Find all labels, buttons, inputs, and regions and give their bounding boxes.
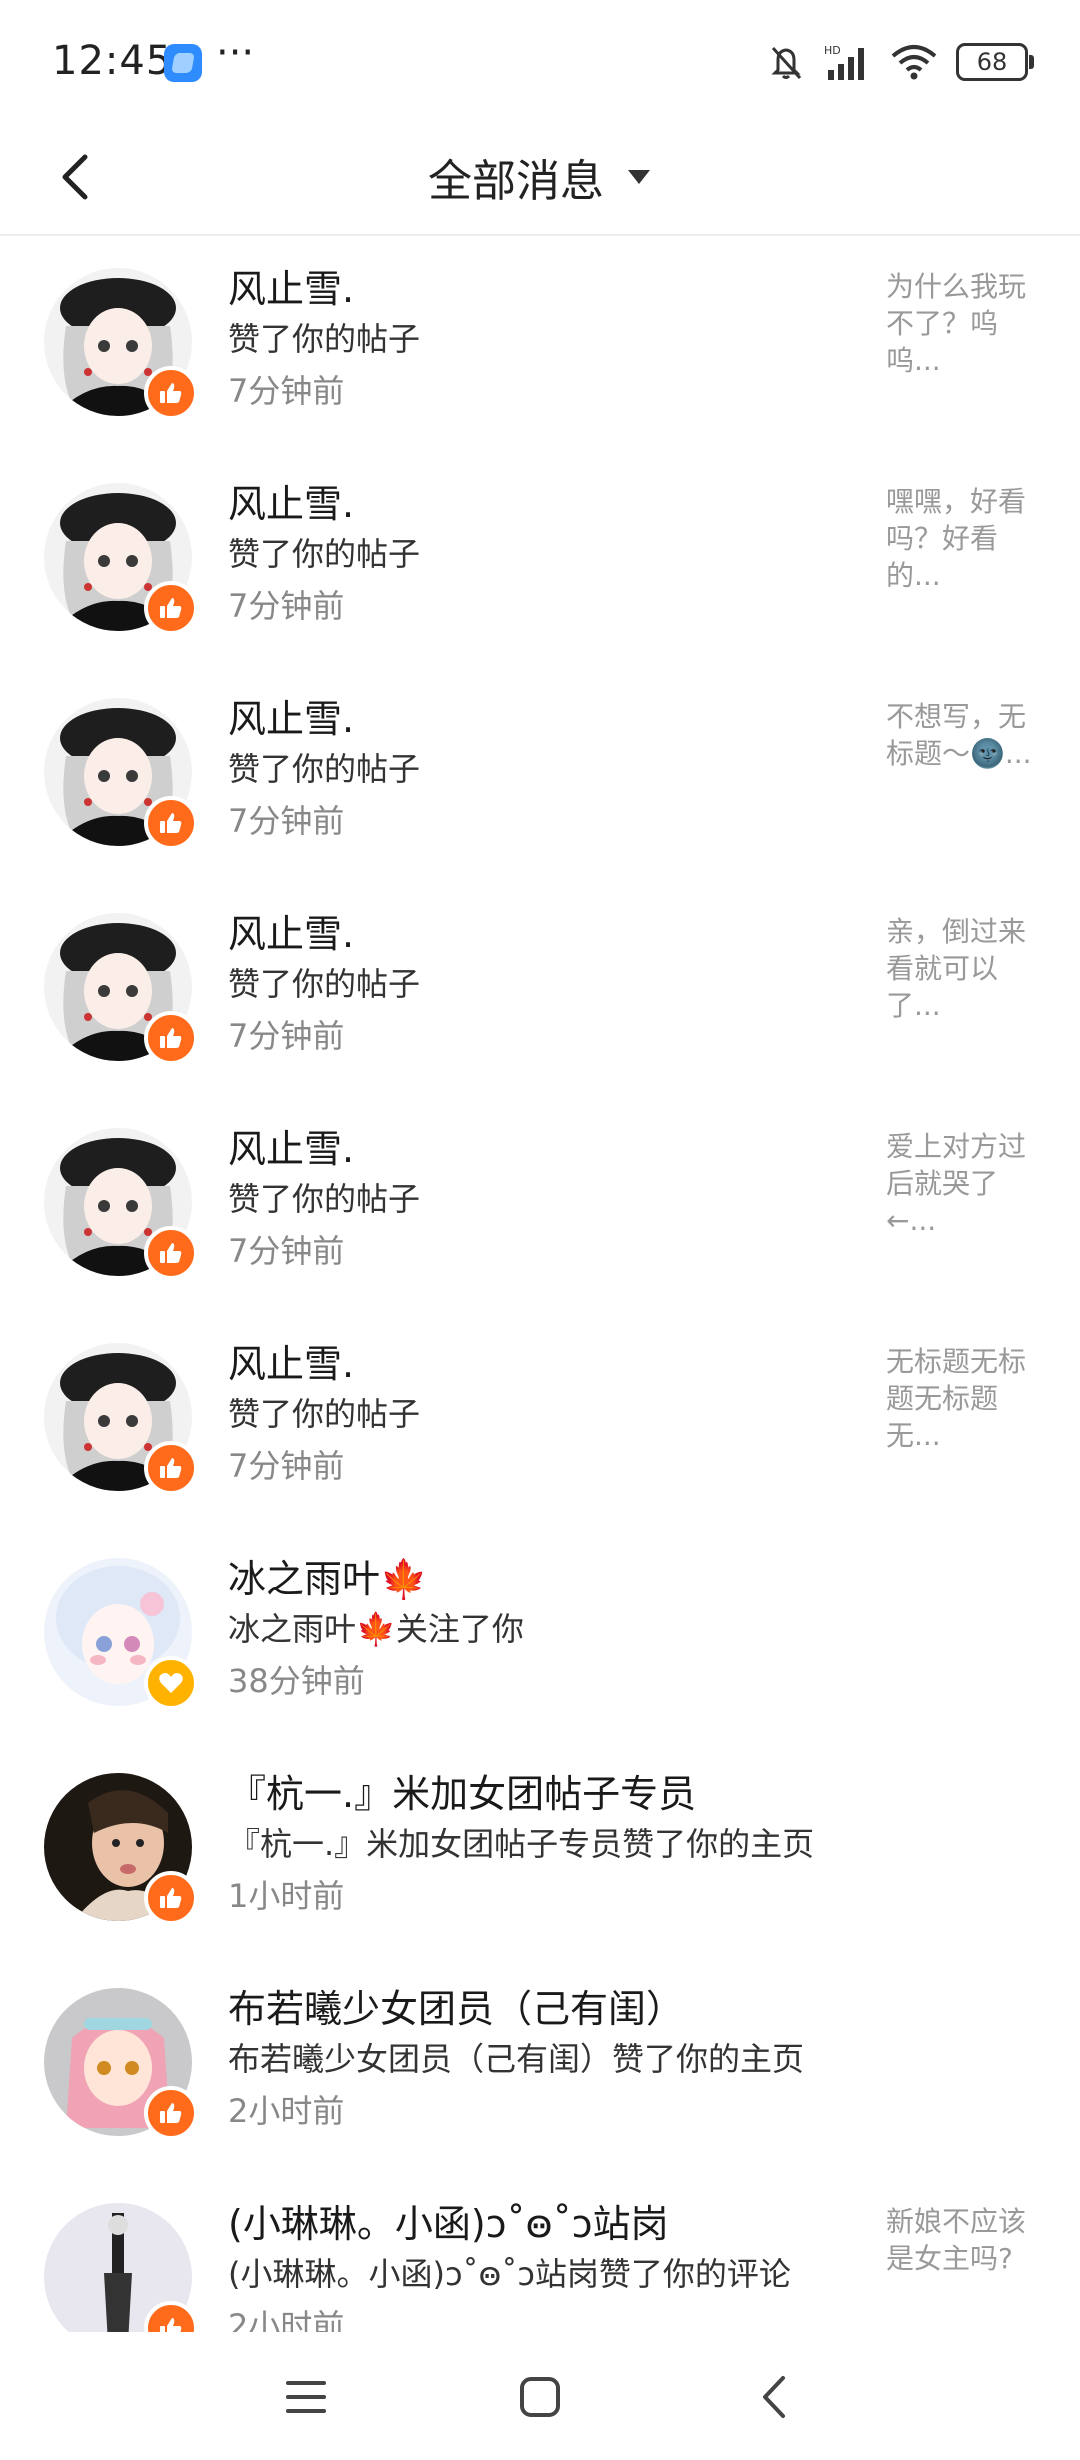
message-action: 赞了你的帖子 <box>228 1180 421 1218</box>
caret-down-icon <box>628 170 650 184</box>
nav-back-button[interactable] <box>734 2362 814 2432</box>
message-time: 7分钟前 <box>228 1447 345 1485</box>
message-action: 冰之雨叶🍁关注了你 <box>228 1610 524 1648</box>
post-preview[interactable]: 新娘不应该是女主吗? <box>886 2203 1046 2277</box>
message-item[interactable]: (小琳琳。小函)ↄ˚ꙫ˚ↄ站岗 (小琳琳。小函)ↄ˚ꙫ˚ↄ站岗赞了你的评论 2小… <box>0 2171 1080 2332</box>
message-action: 赞了你的帖子 <box>228 320 421 358</box>
page-header: 全部消息 <box>0 120 1080 236</box>
like-badge <box>144 366 198 420</box>
thumbs-up-icon <box>160 598 182 618</box>
sender-name: 冰之雨叶🍁 <box>228 1557 428 1601</box>
like-badge <box>144 581 198 635</box>
thumbs-up-icon <box>160 1888 182 1908</box>
message-item[interactable]: 风止雪. 赞了你的帖子 7分钟前 为什么我玩不了？呜呜... <box>0 236 1080 451</box>
like-badge <box>144 796 198 850</box>
message-time: 2小时前 <box>228 2092 345 2130</box>
thumbs-up-icon <box>160 1243 182 1263</box>
sender-name: 风止雪. <box>228 1127 355 1171</box>
status-bar: 12:45 ··· HD 68 <box>0 0 1080 120</box>
thumbs-up-icon <box>160 1028 182 1048</box>
filter-dropdown[interactable]: 全部消息 <box>0 120 1080 234</box>
thumbs-up-icon <box>160 1458 182 1478</box>
message-time: 1小时前 <box>228 1877 345 1915</box>
message-item[interactable]: 风止雪. 赞了你的帖子 7分钟前 亲，倒过来看就可以了... <box>0 881 1080 1096</box>
like-badge <box>144 1871 198 1925</box>
post-preview[interactable]: 嘿嘿，好看吗？好看的... <box>886 483 1046 594</box>
home-button[interactable] <box>500 2362 580 2432</box>
svg-text:HD: HD <box>824 44 841 57</box>
status-indicators: HD 68 <box>766 40 1034 84</box>
more-notifications-icon: ··· <box>216 30 255 76</box>
message-item[interactable]: 风止雪. 赞了你的帖子 7分钟前 爱上对方过后就哭了←... <box>0 1096 1080 1311</box>
message-action: 赞了你的帖子 <box>228 750 421 788</box>
sender-name: 布若曦少女团员（己有闺） <box>228 1987 685 2031</box>
home-square-icon <box>520 2377 560 2417</box>
message-action: (小琳琳。小函)ↄ˚ꙫ˚ↄ站岗赞了你的评论 <box>228 2255 791 2293</box>
sender-name: 风止雪. <box>228 482 355 526</box>
sender-name: (小琳琳。小函)ↄ˚ꙫ˚ↄ站岗 <box>228 2202 669 2246</box>
app-notification-icon <box>164 44 202 82</box>
message-item[interactable]: 风止雪. 赞了你的帖子 7分钟前 嘿嘿，好看吗？好看的... <box>0 451 1080 666</box>
battery-indicator: 68 <box>956 43 1034 81</box>
thumbs-up-icon <box>160 813 182 833</box>
message-action: 赞了你的帖子 <box>228 1395 421 1433</box>
message-time: 7分钟前 <box>228 372 345 410</box>
message-time: 7分钟前 <box>228 587 345 625</box>
thumbs-up-icon <box>160 2318 182 2332</box>
like-badge <box>144 1226 198 1280</box>
message-item[interactable]: 风止雪. 赞了你的帖子 7分钟前 不想写，无标题～🌚... <box>0 666 1080 881</box>
message-list: 风止雪. 赞了你的帖子 7分钟前 为什么我玩不了？呜呜... 风止雪. 赞了你的… <box>0 236 1080 2332</box>
post-preview[interactable]: 亲，倒过来看就可以了... <box>886 913 1046 1024</box>
heart-icon <box>159 1673 183 1693</box>
sender-name: 风止雪. <box>228 912 355 956</box>
message-item[interactable]: 布若曦少女团员（己有闺） 布若曦少女团员（己有闺）赞了你的主页 2小时前 <box>0 1956 1080 2171</box>
message-time: 7分钟前 <box>228 1017 345 1055</box>
like-badge <box>144 1011 198 1065</box>
thumbs-up-icon <box>160 2103 182 2123</box>
like-badge <box>144 1441 198 1495</box>
post-preview[interactable]: 为什么我玩不了？呜呜... <box>886 268 1046 379</box>
message-item[interactable]: 『杭一.』米加女团帖子专员 『杭一.』米加女团帖子专员赞了你的主页 1小时前 <box>0 1741 1080 1956</box>
sender-name: 风止雪. <box>228 697 355 741</box>
menu-button[interactable] <box>266 2362 346 2432</box>
message-time: 7分钟前 <box>228 802 345 840</box>
message-time: 2小时前 <box>228 2307 345 2332</box>
thumbs-up-icon <box>160 383 182 403</box>
post-preview[interactable]: 无标题无标题无标题无... <box>886 1343 1046 1454</box>
sender-name: 风止雪. <box>228 267 355 311</box>
message-time: 7分钟前 <box>228 1232 345 1270</box>
message-item[interactable]: 风止雪. 赞了你的帖子 7分钟前 无标题无标题无标题无... <box>0 1311 1080 1526</box>
follow-badge <box>144 1656 198 1710</box>
menu-icon <box>286 2381 326 2413</box>
page-title: 全部消息 <box>428 156 604 207</box>
status-time: 12:45 <box>52 38 173 84</box>
message-time: 38分钟前 <box>228 1662 365 1700</box>
mute-bell-icon <box>771 46 802 80</box>
post-preview[interactable]: 爱上对方过后就哭了←... <box>886 1128 1046 1239</box>
signal-icon: HD <box>824 44 864 80</box>
like-badge <box>144 2086 198 2140</box>
nav-back-icon <box>763 2376 785 2418</box>
message-item[interactable]: 冰之雨叶🍁 冰之雨叶🍁关注了你 38分钟前 <box>0 1526 1080 1741</box>
wifi-icon <box>891 45 937 80</box>
message-action: 赞了你的帖子 <box>228 535 421 573</box>
system-nav-bar <box>0 2332 1080 2460</box>
message-action: 『杭一.』米加女团帖子专员赞了你的主页 <box>228 1825 815 1863</box>
post-preview[interactable]: 不想写，无标题～🌚... <box>886 698 1046 772</box>
sender-name: 风止雪. <box>228 1342 355 1386</box>
sender-name: 『杭一.』米加女团帖子专员 <box>228 1772 697 1816</box>
message-action: 赞了你的帖子 <box>228 965 421 1003</box>
message-action: 布若曦少女团员（己有闺）赞了你的主页 <box>228 2040 805 2078</box>
